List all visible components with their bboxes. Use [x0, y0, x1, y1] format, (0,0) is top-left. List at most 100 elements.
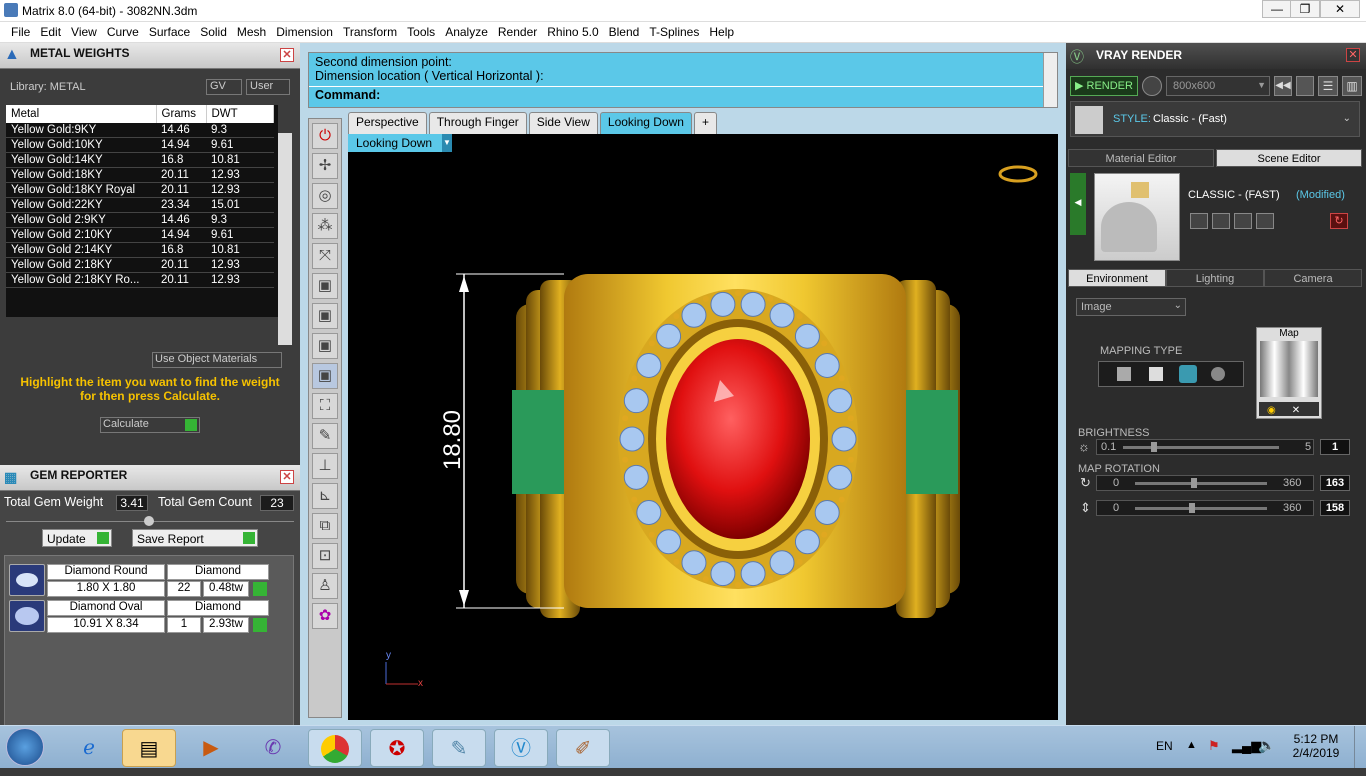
metal-row[interactable]: Yellow Gold:18KY Royal 20.11 12.93 — [6, 182, 274, 198]
mapping-sphere-icon[interactable] — [1179, 365, 1197, 383]
rewind-icon[interactable]: ◀◀ — [1274, 76, 1292, 96]
user-toggle[interactable]: User — [246, 79, 290, 95]
menu-tsplines[interactable]: T-Splines — [644, 25, 704, 39]
rhino-matrix-icon[interactable]: ✪ — [370, 729, 424, 767]
media-player-icon[interactable]: ▶ — [184, 729, 238, 767]
menu-render[interactable]: Render — [493, 25, 542, 39]
viewport[interactable]: 18.80 y x — [348, 134, 1058, 720]
globe-render-icon[interactable] — [1142, 76, 1162, 96]
tab-environment[interactable]: Environment — [1068, 269, 1166, 287]
brightness-thumb[interactable] — [1151, 442, 1157, 452]
list-icon[interactable]: ☰ — [1318, 76, 1338, 96]
start-button[interactable] — [6, 728, 44, 766]
box-side-icon[interactable]: ▣ — [312, 333, 338, 359]
refresh-icon[interactable]: ↻ — [1330, 213, 1348, 229]
calculate-button[interactable]: Calculate — [100, 417, 200, 433]
rotation-v-slider-track[interactable]: 0 360 — [1096, 500, 1314, 516]
tab-perspective[interactable]: Perspective — [348, 112, 427, 134]
mapping-cube-icon[interactable] — [1149, 367, 1163, 381]
brightness-slider-track[interactable]: 0.1 5 — [1096, 439, 1314, 455]
update-button[interactable]: Update — [42, 529, 112, 547]
vray-frame-icon[interactable]: Ⓥ — [494, 729, 548, 767]
menu-analyze[interactable]: Analyze — [440, 25, 493, 39]
tab-looking-down[interactable]: Looking Down — [599, 112, 692, 134]
settings-grid-icon[interactable] — [1296, 76, 1314, 96]
notepad-icon[interactable]: ✎ — [432, 729, 486, 767]
metal-row[interactable]: Yellow Gold:14KY 16.8 10.81 — [6, 152, 274, 168]
show-hidden-icons[interactable]: ▲ — [1186, 739, 1197, 751]
power-icon[interactable]: ⏻ — [312, 123, 338, 149]
remove-map-icon[interactable]: ✕ — [1292, 405, 1300, 416]
menu-edit[interactable]: Edit — [35, 25, 66, 39]
nodes-icon[interactable]: ⁂ — [312, 213, 338, 239]
gem-reporter-close-button[interactable]: ✕ — [280, 470, 294, 484]
gem-select-play-icon[interactable] — [253, 618, 267, 632]
clock[interactable]: 5:12 PM 2/4/2019 — [1284, 732, 1348, 760]
env-map-slot[interactable]: Map ◉ ✕ — [1256, 327, 1322, 419]
rotation-h-value[interactable]: 163 — [1320, 475, 1350, 491]
metal-row[interactable]: Yellow Gold:18KY 20.11 12.93 — [6, 167, 274, 183]
zoom-extents-icon[interactable]: ⛶ — [312, 393, 338, 419]
language-indicator[interactable]: EN — [1156, 739, 1173, 753]
minimize-button[interactable]: — — [1262, 0, 1292, 18]
human-icon[interactable]: ♙ — [312, 573, 338, 599]
box-persp-icon[interactable]: ▣ — [312, 363, 338, 389]
col-metal[interactable]: Metal — [6, 105, 157, 123]
mapping-planar-icon[interactable] — [1117, 367, 1131, 381]
tab-through-finger[interactable]: Through Finger — [428, 112, 527, 134]
rotation-v-thumb[interactable] — [1189, 503, 1195, 513]
command-scrollbar[interactable] — [1043, 53, 1057, 107]
color-icon[interactable]: ◉ — [1267, 405, 1276, 416]
metal-row[interactable]: Yellow Gold 2:9KY 14.46 9.3 — [6, 212, 274, 228]
menu-help[interactable]: Help — [704, 25, 739, 39]
metal-row[interactable]: Yellow Gold 2:14KY 16.8 10.81 — [6, 242, 274, 258]
panel-icon[interactable]: ▥ — [1342, 76, 1362, 96]
menu-mesh[interactable]: Mesh — [232, 25, 271, 39]
close-button[interactable]: ✕ — [1320, 0, 1360, 18]
rotation-h-thumb[interactable] — [1191, 478, 1197, 488]
rotation-h-slider-track[interactable]: 0 360 — [1096, 475, 1314, 491]
viber-icon[interactable]: ✆ — [246, 729, 300, 767]
resolution-select[interactable]: 800x600 ▼ — [1166, 76, 1270, 96]
vray-close-button[interactable]: ✕ — [1346, 48, 1360, 62]
volume-icon[interactable]: 🔈 — [1258, 737, 1275, 754]
menu-file[interactable]: File — [6, 25, 35, 39]
menu-solid[interactable]: Solid — [195, 25, 232, 39]
brightness-value[interactable]: 1 — [1320, 439, 1350, 455]
globe-icon[interactable]: ◎ — [312, 183, 338, 209]
tab-material-editor[interactable]: Material Editor — [1068, 149, 1214, 167]
viewport-dropdown[interactable]: Looking Down ▼ — [348, 134, 452, 152]
menu-transform[interactable]: Transform — [338, 25, 402, 39]
col-dwt[interactable]: DWT — [206, 105, 274, 123]
metal-row[interactable]: Yellow Gold 2:18KY 20.11 12.93 — [6, 257, 274, 273]
gumball-icon[interactable]: ⤧ — [312, 243, 338, 269]
paint-icon[interactable]: ✐ — [556, 729, 610, 767]
use-object-materials-checkbox[interactable]: Use Object Materials — [152, 352, 282, 368]
menu-dimension[interactable]: Dimension — [271, 25, 338, 39]
save-report-button[interactable]: Save Report — [132, 529, 258, 547]
render-button[interactable]: ▶ RENDER — [1070, 76, 1138, 96]
menu-tools[interactable]: Tools — [402, 25, 440, 39]
maximize-button[interactable]: ❐ — [1290, 0, 1320, 18]
import-icon[interactable] — [1256, 213, 1274, 229]
save-as-icon[interactable] — [1212, 213, 1230, 229]
gv-toggle[interactable]: GV — [206, 79, 242, 95]
box-front-icon[interactable]: ▣ — [312, 303, 338, 329]
box-top-icon[interactable]: ▣ — [312, 273, 338, 299]
metal-row[interactable]: Yellow Gold:10KY 14.94 9.61 — [6, 137, 274, 153]
gear-icon[interactable]: ✿ — [312, 603, 338, 629]
menu-surface[interactable]: Surface — [144, 25, 195, 39]
tab-camera[interactable]: Camera — [1264, 269, 1362, 287]
show-desktop-button[interactable] — [1354, 726, 1366, 768]
environment-type-select[interactable]: Image ⌄ — [1076, 298, 1186, 316]
metal-row[interactable]: Yellow Gold:9KY 14.46 9.3 — [6, 123, 274, 138]
add-tab-button[interactable]: + — [693, 112, 717, 134]
collapse-arrow[interactable]: ◀ — [1070, 173, 1086, 235]
axis-icon[interactable]: ✢ — [312, 153, 338, 179]
tab-lighting[interactable]: Lighting — [1166, 269, 1264, 287]
menu-view[interactable]: View — [66, 25, 102, 39]
command-prompt[interactable]: Command: — [309, 86, 1057, 102]
file-explorer-icon[interactable]: ▤ — [122, 729, 176, 767]
metal-row[interactable]: Yellow Gold 2:18KY Ro... 20.11 12.93 — [6, 272, 274, 288]
col-grams[interactable]: Grams — [156, 105, 207, 123]
